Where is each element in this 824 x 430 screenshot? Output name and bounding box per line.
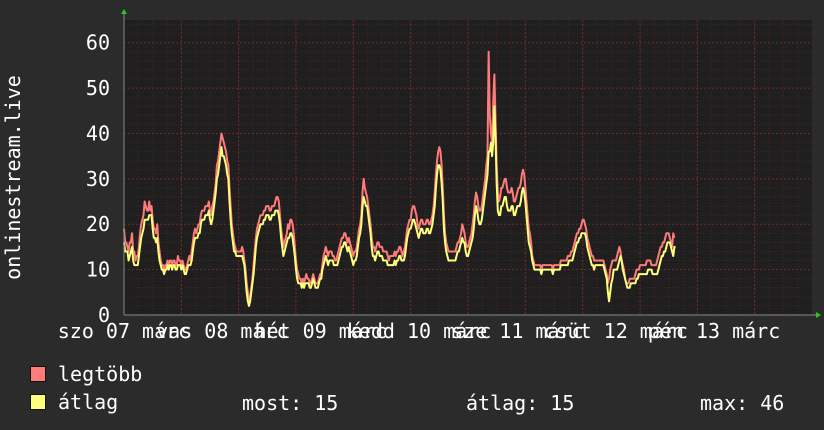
y-tick-label: 60 — [86, 31, 110, 55]
y-axis-arrow — [121, 9, 127, 14]
legend-item-max: legtöbb — [30, 362, 142, 386]
y-tick-label: 20 — [86, 212, 110, 236]
legend-swatch-max — [30, 366, 46, 382]
y-tick-label: 30 — [86, 167, 110, 191]
y-axis-label: onlinestream.live — [1, 75, 25, 280]
stat-max-value: 46 — [760, 391, 785, 415]
stat-avg-value: 15 — [550, 391, 575, 415]
x-axis-arrow — [816, 312, 821, 318]
legend-swatch-avg — [30, 394, 46, 410]
legend-item-avg: átlag — [30, 390, 118, 414]
x-tick-label: pén 13 márc — [648, 319, 780, 343]
stat-max: max: 46 — [700, 391, 784, 415]
legend-label-avg: átlag — [58, 390, 119, 414]
stat-now-label: most: — [242, 391, 303, 415]
y-tick-label: 50 — [86, 76, 110, 100]
y-tick-label: 40 — [86, 121, 110, 145]
stat-now: most: 15 — [242, 391, 338, 415]
stat-avg: átlag: 15 — [466, 391, 574, 415]
stat-avg-label: átlag: — [466, 391, 539, 415]
stat-now-value: 15 — [314, 391, 339, 415]
stat-max-label: max: — [700, 391, 749, 415]
legend-label-max: legtöbb — [58, 362, 143, 386]
y-tick-label: 10 — [86, 258, 110, 282]
